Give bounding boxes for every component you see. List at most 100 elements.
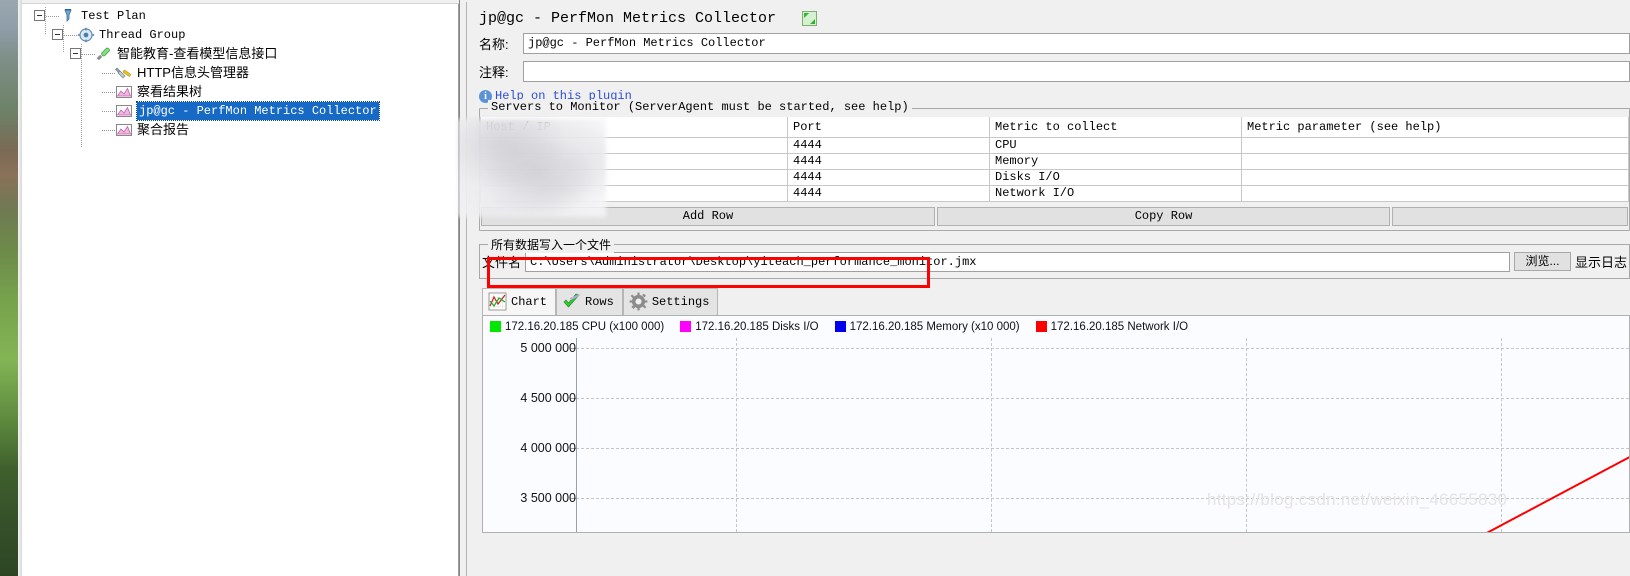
collapse-toggle-icon[interactable] [52,29,63,40]
tree-item-test-plan[interactable]: Test Plan [22,6,459,25]
legend-swatch-memory [834,321,846,332]
maximize-icon[interactable] [802,11,818,26]
delete-row-button[interactable] [1392,206,1628,226]
cell-metric[interactable]: Disks I/O [989,168,1242,186]
tab-rows-label: Rows [585,294,614,309]
cell-metric[interactable]: CPU [989,136,1242,154]
comment-label: 注释: [479,65,509,80]
name-input[interactable]: jp@gc - PerfMon Metrics Collector [523,33,1630,54]
legend-swatch-cpu [490,321,501,332]
tree-item-label: 聚合报告 [137,121,190,137]
tree-connector [82,48,95,59]
table-row[interactable]: 4444 Network I/O [480,184,1629,202]
row-buttons-bar: Add Row Copy Row [480,206,1629,226]
element-editor-content: jp@gc - PerfMon Metrics Collector 名称: jp… [458,2,1630,576]
tree-item-label: HTTP信息头管理器 [137,64,249,80]
file-name-input[interactable]: C:\Users\Administrator\Desktop\yiteach_p… [525,251,1510,272]
test-plan-tree[interactable]: Test Plan Thread Group 智能教育-查看模型信息接口 HTT… [22,4,459,148]
cell-host[interactable] [480,184,788,202]
tree-connector [102,67,115,78]
chart-legend: 172.16.20.185 CPU (x100 000) 172.16.20.1… [483,316,1629,336]
test-plan-icon [59,8,77,24]
cell-host[interactable] [480,136,788,154]
cell-host[interactable] [480,168,788,186]
tab-chart-label: Chart [511,294,548,309]
legend-label-cpu: 172.16.20.185 CPU (x100 000) [505,320,665,333]
cell-metric[interactable]: Network I/O [989,184,1242,202]
header-manager-icon [115,65,133,81]
tree-item-label: 察看结果树 [137,83,203,99]
column-header-host[interactable]: Host / IP [480,117,788,138]
legend-item-cpu[interactable]: 172.16.20.185 CPU (x100 000) [490,321,664,333]
legend-item-memory[interactable]: 172.16.20.185 Memory (x10 000) [834,321,1020,333]
column-header-metric-parameter[interactable]: Metric parameter (see help) [1241,117,1629,138]
file-name-label: 文件名 [482,255,522,270]
tree-item-header-manager[interactable]: HTTP信息头管理器 [22,63,459,82]
comment-field-row: 注释: [479,61,1630,82]
legend-label-network-io: 172.16.20.185 Network I/O [1050,320,1189,333]
cell-port[interactable]: 4444 [787,136,990,154]
add-row-button[interactable]: Add Row [481,206,935,226]
legend-item-network-io[interactable]: 172.16.20.185 Network I/O [1035,320,1189,333]
gridline [576,447,1629,449]
gridline [991,337,992,532]
cell-metric[interactable]: Memory [989,152,1242,170]
show-log-label[interactable]: 显示日志 [1575,252,1627,271]
cell-param[interactable] [1241,184,1629,202]
tree-guide-line [63,25,64,53]
tab-chart[interactable]: Chart [482,287,557,315]
tree-connector [46,10,59,21]
legend-item-disks-io[interactable]: 172.16.20.185 Disks I/O [680,321,819,333]
column-header-metric[interactable]: Metric to collect [989,117,1242,138]
table-row[interactable]: 4444 Memory [480,152,1629,170]
check-icon [562,292,581,311]
copy-row-button[interactable]: Copy Row [937,206,1390,226]
listener-icon [115,103,133,119]
file-group-title: 所有数据写入一个文件 [488,235,615,253]
y-axis-tick-label: 4 000 000 [520,440,576,455]
cell-port[interactable]: 4444 [787,152,990,170]
cell-param[interactable] [1241,152,1629,170]
tree-guide-line [81,44,82,148]
servers-group-title: Servers to Monitor (ServerAgent must be … [488,100,912,114]
cell-host[interactable] [480,152,788,170]
tree-item-thread-group[interactable]: Thread Group [22,25,459,44]
thread-group-icon [77,27,95,43]
gridline [576,397,1629,399]
collapse-toggle-icon[interactable] [70,48,81,59]
tab-settings[interactable]: Settings [622,287,719,315]
comment-input[interactable] [523,61,1630,82]
cell-param[interactable] [1241,168,1629,186]
browse-button[interactable]: 浏览... [1513,252,1571,271]
legend-swatch-network-io [1035,321,1047,332]
panel-title-row: jp@gc - PerfMon Metrics Collector [474,2,1630,33]
test-plan-tree-panel: Test Plan Thread Group 智能教育-查看模型信息接口 HTT… [22,0,459,576]
servers-table[interactable]: Host / IP Port Metric to collect Metric … [480,117,1629,202]
desktop-wallpaper [0,0,18,576]
tree-connector [102,124,115,135]
http-request-icon [95,46,113,62]
tree-item-view-results-tree[interactable]: 察看结果树 [22,82,459,101]
cell-param[interactable] [1241,136,1629,154]
cell-port[interactable]: 4444 [787,184,990,202]
gridline [576,347,1629,349]
perfmon-chart[interactable]: 172.16.20.185 CPU (x100 000) 172.16.20.1… [482,314,1630,533]
tab-rows[interactable]: Rows [556,287,623,315]
page-title: jp@gc - PerfMon Metrics Collector [479,10,777,27]
table-row[interactable]: 4444 CPU [480,136,1629,154]
tree-item-perfmon-collector[interactable]: jp@gc - PerfMon Metrics Collector [22,100,459,121]
column-header-port[interactable]: Port [787,117,990,138]
collapse-toggle-icon[interactable] [34,10,45,21]
tree-item-http-request[interactable]: 智能教育-查看模型信息接口 [22,44,459,63]
result-tabs: Chart Rows Settings [482,287,1630,315]
tree-item-label: Thread Group [99,27,186,42]
name-label: 名称: [479,37,509,52]
tree-item-aggregate-report[interactable]: 聚合报告 [22,120,459,139]
gridline [736,337,737,532]
tree-item-label: 智能教育-查看模型信息接口 [117,45,278,61]
table-row[interactable]: 4444 Disks I/O [480,168,1629,186]
tree-connector [64,29,77,40]
table-header-row: Host / IP Port Metric to collect Metric … [480,117,1629,138]
cell-port[interactable]: 4444 [787,168,990,186]
listener-icon [115,122,133,138]
